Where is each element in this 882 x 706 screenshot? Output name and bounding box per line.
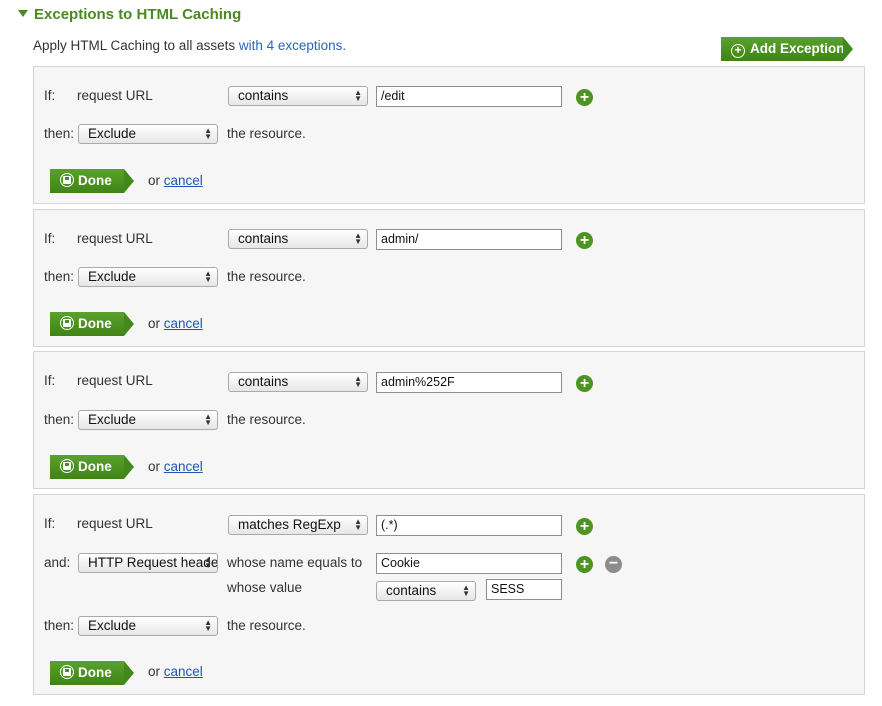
or-cancel: or cancel <box>148 316 203 331</box>
add-condition-icon[interactable]: + <box>576 518 593 535</box>
section-title[interactable]: Exceptions to HTML Caching <box>18 6 241 23</box>
if-label: If: <box>44 231 56 246</box>
request-url-label: request URL <box>77 373 153 388</box>
select-arrows-icon: ▲ ▼ <box>354 88 362 103</box>
exception-panel-2: If: request URL contains ▲ ▼ admin/ + the… <box>33 209 865 347</box>
operator-select[interactable]: contains ▲ ▼ <box>228 229 368 249</box>
select-arrows-icon: ▲ ▼ <box>462 583 470 598</box>
operator-select[interactable]: contains ▲ ▼ <box>228 372 368 392</box>
url-value-input[interactable]: (.*) <box>376 515 562 536</box>
the-resource-label: the resource. <box>227 412 306 427</box>
add-condition-icon[interactable]: + <box>576 375 593 392</box>
done-button[interactable]: Done <box>50 455 134 479</box>
if-label: If: <box>44 516 56 531</box>
add-condition-icon[interactable]: + <box>576 232 593 249</box>
request-url-label: request URL <box>77 516 153 531</box>
plus-circle-icon: + <box>731 44 745 58</box>
save-disk-icon <box>60 665 74 679</box>
done-button[interactable]: Done <box>50 312 134 336</box>
the-resource-label: the resource. <box>227 269 306 284</box>
then-label: then: <box>44 269 75 284</box>
the-resource-label: the resource. <box>227 618 306 633</box>
select-arrows-icon: ▲ ▼ <box>204 126 212 141</box>
select-arrows-icon: ▲ ▼ <box>204 412 212 427</box>
action-select[interactable]: Exclude ▲ ▼ <box>78 410 218 430</box>
request-url-label: request URL <box>77 231 153 246</box>
then-label: then: <box>44 126 75 141</box>
or-cancel: or cancel <box>148 173 203 188</box>
cancel-link[interactable]: cancel <box>164 664 203 679</box>
exception-panel-3: If: request URL contains ▲ ▼ admin%252F +… <box>33 351 865 489</box>
whose-value-label: whose value <box>227 580 303 595</box>
exception-panel-1: If: request URL contains ▲ ▼ /edit + then… <box>33 66 865 204</box>
select-arrows-icon: ▲ ▼ <box>204 618 212 633</box>
condition-type-select[interactable]: HTTP Request header ▲ ▼ <box>78 553 218 573</box>
and-label: and: <box>44 555 71 570</box>
whose-name-label: whose name equals to <box>227 555 363 570</box>
exception-panel-4: If: request URL matches RegExp ▲ ▼ (.*) +… <box>33 494 865 695</box>
header-value-input[interactable]: SESS <box>486 579 562 600</box>
cancel-link[interactable]: cancel <box>164 173 203 188</box>
if-label: If: <box>44 373 56 388</box>
action-select[interactable]: Exclude ▲ ▼ <box>78 267 218 287</box>
or-cancel: or cancel <box>148 459 203 474</box>
done-button[interactable]: Done <box>50 661 134 685</box>
exceptions-summary: Apply HTML Caching to all assets with 4 … <box>33 38 347 53</box>
then-label: then: <box>44 412 75 427</box>
then-label: then: <box>44 618 75 633</box>
exceptions-count-link[interactable]: with 4 exceptions. <box>239 38 346 53</box>
the-resource-label: the resource. <box>227 126 306 141</box>
remove-condition-icon[interactable]: − <box>605 556 622 573</box>
url-value-input[interactable]: /edit <box>376 86 562 107</box>
header-name-input[interactable]: Cookie <box>376 553 562 574</box>
add-condition-icon[interactable]: + <box>576 556 593 573</box>
or-cancel: or cancel <box>148 664 203 679</box>
action-select[interactable]: Exclude ▲ ▼ <box>78 616 218 636</box>
url-value-input[interactable]: admin/ <box>376 229 562 250</box>
select-arrows-icon: ▲ ▼ <box>354 231 362 246</box>
operator-select[interactable]: contains ▲ ▼ <box>228 86 368 106</box>
url-value-input[interactable]: admin%252F <box>376 372 562 393</box>
select-arrows-icon: ▲ ▼ <box>354 374 362 389</box>
collapse-triangle-icon[interactable] <box>18 10 28 17</box>
done-button[interactable]: Done <box>50 169 134 193</box>
add-exception-button[interactable]: + Add Exception <box>721 37 853 61</box>
select-arrows-icon: ▲ ▼ <box>204 269 212 284</box>
operator-select[interactable]: matches RegExp ▲ ▼ <box>228 515 368 535</box>
save-disk-icon <box>60 173 74 187</box>
cancel-link[interactable]: cancel <box>164 459 203 474</box>
save-disk-icon <box>60 316 74 330</box>
value-operator-select[interactable]: contains ▲ ▼ <box>376 581 476 601</box>
cancel-link[interactable]: cancel <box>164 316 203 331</box>
select-arrows-icon: ▲ ▼ <box>354 517 362 532</box>
action-select[interactable]: Exclude ▲ ▼ <box>78 124 218 144</box>
select-arrows-icon: ▲ ▼ <box>204 555 212 570</box>
save-disk-icon <box>60 459 74 473</box>
request-url-label: request URL <box>77 88 153 103</box>
add-condition-icon[interactable]: + <box>576 89 593 106</box>
if-label: If: <box>44 88 56 103</box>
